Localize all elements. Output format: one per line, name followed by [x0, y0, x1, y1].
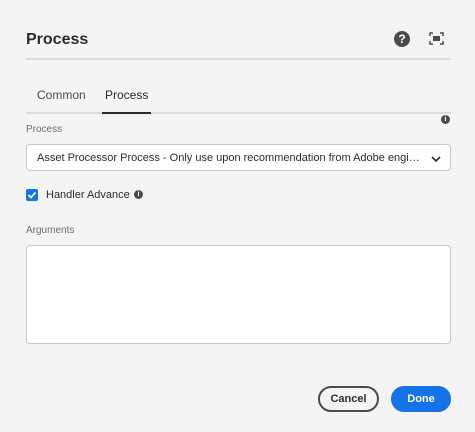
- chevron-down-icon: [431, 154, 441, 163]
- help-icon[interactable]: ?: [394, 31, 410, 47]
- process-select[interactable]: Asset Processor Process - Only use upon …: [26, 144, 451, 171]
- arguments-field-label: Arguments: [26, 225, 75, 236]
- fullscreen-icon[interactable]: [429, 32, 444, 45]
- info-icon[interactable]: i: [134, 190, 143, 199]
- dialog-title: Process: [26, 31, 89, 48]
- tab-common[interactable]: Common: [37, 88, 86, 112]
- process-dialog: Process ? Common Process Process i Asset…: [0, 0, 475, 432]
- tab-bar: Common Process: [26, 80, 451, 114]
- info-icon[interactable]: i: [441, 115, 450, 124]
- process-field-label: Process: [26, 124, 63, 135]
- process-select-value: Asset Processor Process - Only use upon …: [37, 152, 424, 164]
- arguments-textarea[interactable]: [26, 245, 451, 344]
- cancel-button[interactable]: Cancel: [318, 386, 379, 412]
- checkmark-icon: [27, 191, 37, 199]
- done-button[interactable]: Done: [391, 386, 451, 412]
- tab-process[interactable]: Process: [101, 88, 152, 114]
- dialog-header: Process ?: [26, 22, 451, 60]
- handler-advance-checkbox[interactable]: [26, 189, 38, 201]
- handler-advance-label: Handler Advance: [46, 189, 130, 201]
